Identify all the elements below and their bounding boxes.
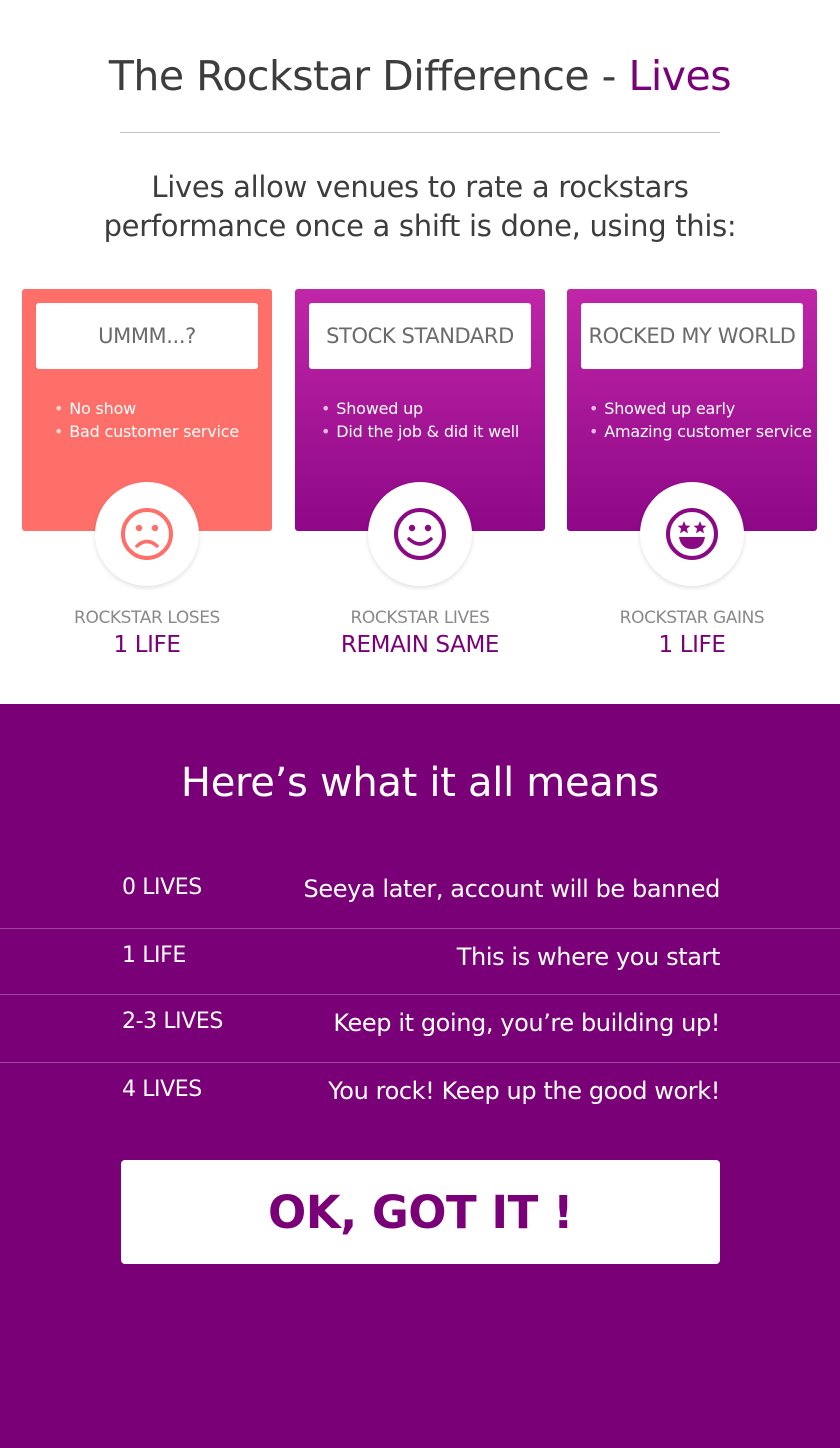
card-bullet: Showed up early [589, 397, 812, 420]
card-bullet-list: Showed up Did the job & did it well [321, 397, 519, 443]
intro-text: Lives allow venues to rate a rockstars p… [60, 168, 780, 246]
lives-count: 0 LIVES [122, 875, 202, 900]
lives-explainer-section: The Rockstar Difference - Lives Lives al… [0, 0, 840, 704]
lives-row: 4 LIVES You rock! Keep up the good work! [0, 1062, 840, 1131]
title-prefix: The Rockstar Difference - [108, 52, 629, 100]
lives-description: Keep it going, you’re building up! [333, 1009, 720, 1037]
card-heading: ROCKED MY WORLD [581, 303, 803, 369]
outcome-label: ROCKSTAR LOSES [74, 608, 220, 628]
outcome-value: REMAIN SAME [340, 632, 500, 658]
lives-count: 1 LIFE [122, 943, 186, 968]
lives-row: 0 LIVES Seeya later, account will be ban… [0, 861, 840, 929]
outcome-value: 1 LIFE [658, 632, 726, 658]
lives-row: 1 LIFE This is where you start [0, 928, 840, 997]
lives-description: You rock! Keep up the good work! [328, 1077, 720, 1105]
card-bullet: Bad customer service [54, 420, 239, 443]
lives-description: Seeya later, account will be banned [303, 875, 721, 903]
lives-description: This is where you start [456, 943, 721, 971]
card-bullet-list: No show Bad customer service [54, 397, 239, 443]
intro-line-2: performance once a shift is done, using … [103, 209, 737, 243]
lives-count: 2-3 LIVES [122, 1009, 223, 1034]
card-bullet: Did the job & did it well [321, 420, 519, 443]
card-bullet: Showed up [321, 397, 519, 420]
card-heading: UMMM...? [36, 303, 258, 369]
lives-meaning-section: Here’s what it all means 0 LIVES Seeya l… [0, 704, 840, 1448]
card-heading: STOCK STANDARD [309, 303, 531, 369]
outcome-value: 1 LIFE [113, 632, 181, 658]
sad-face-icon [95, 482, 199, 586]
intro-line-1: Lives allow venues to rate a rockstars [151, 170, 689, 204]
card-bullet-list: Showed up early Amazing customer service [589, 397, 812, 443]
outcome-label: ROCKSTAR LIVES [350, 608, 490, 628]
meaning-title: Here’s what it all means [180, 760, 660, 806]
outcome-label: ROCKSTAR GAINS [619, 608, 765, 628]
title-divider [120, 132, 720, 133]
card-bullet: Amazing customer service [589, 420, 812, 443]
title-accent: Lives [628, 52, 732, 100]
lives-count: 4 LIVES [122, 1077, 202, 1102]
ok-got-it-button[interactable]: OK, GOT IT ! [121, 1160, 720, 1264]
card-bullet: No show [54, 397, 239, 420]
star-eyes-face-icon [640, 482, 744, 586]
smile-face-icon [368, 482, 472, 586]
page-title: The Rockstar Difference - Lives [0, 52, 840, 100]
lives-row: 2-3 LIVES Keep it going, you’re building… [0, 994, 840, 1063]
